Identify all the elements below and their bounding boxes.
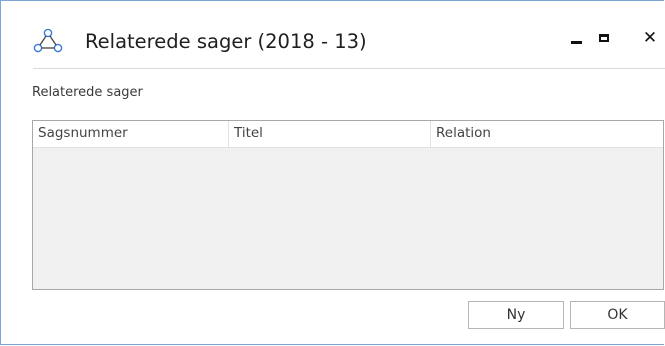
title-bar[interactable]: Relaterede sager (2018 - 13) ✕ <box>1 1 665 69</box>
related-cases-icon <box>33 27 63 55</box>
minimize-button[interactable] <box>563 25 589 51</box>
related-cases-dialog: Relaterede sager (2018 - 13) ✕ Relatered… <box>0 0 665 345</box>
close-button[interactable]: ✕ <box>637 25 663 51</box>
close-icon: ✕ <box>642 27 658 48</box>
maximize-button[interactable] <box>591 25 617 51</box>
table-header: Sagsnummer Titel Relation <box>33 121 663 148</box>
section-label: Relaterede sager <box>32 85 143 100</box>
window-title: Relaterede sager (2018 - 13) <box>85 30 367 53</box>
minimize-icon <box>570 40 582 44</box>
column-header-case-number[interactable]: Sagsnummer <box>33 121 229 147</box>
ok-button[interactable]: OK <box>570 301 665 329</box>
related-cases-table[interactable]: Sagsnummer Titel Relation <box>32 120 664 290</box>
title-divider <box>33 68 665 69</box>
column-header-relation[interactable]: Relation <box>431 121 663 147</box>
new-button[interactable]: Ny <box>468 301 564 329</box>
table-body-empty[interactable] <box>33 148 663 289</box>
column-header-title[interactable]: Titel <box>229 121 431 147</box>
maximize-icon <box>599 34 609 42</box>
